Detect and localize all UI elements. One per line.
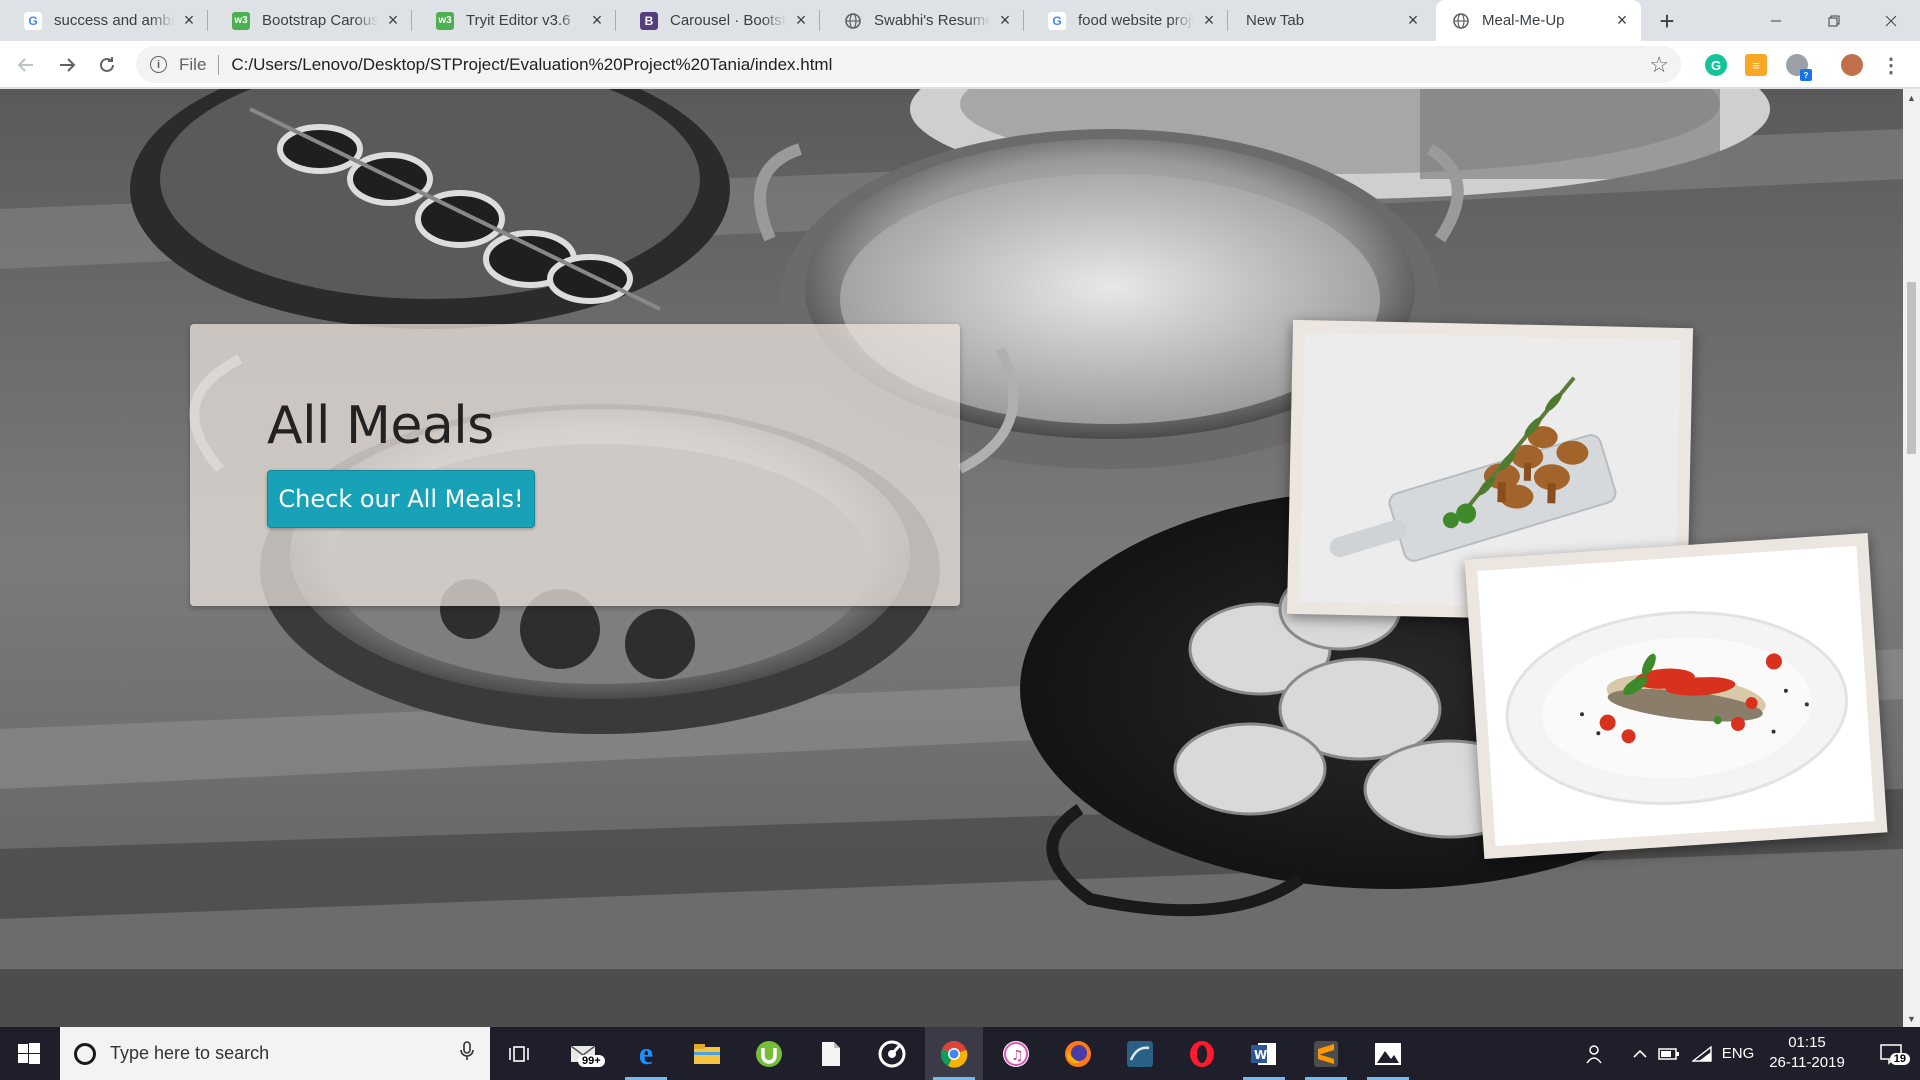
- taskbar-clock[interactable]: 01:15 26-11-2019: [1762, 1033, 1852, 1073]
- close-icon[interactable]: ×: [792, 10, 810, 30]
- chrome-browser-icon[interactable]: [925, 1027, 983, 1080]
- browser-tab[interactable]: B Carousel · Bootstrap ×: [616, 0, 820, 41]
- page-viewport: All Meals Check our All Meals! ▲ ▼: [0, 89, 1920, 1027]
- svg-text:W: W: [1254, 1048, 1267, 1062]
- browser-tab-active[interactable]: Meal-Me-Up ×: [1436, 0, 1641, 41]
- check-all-meals-button[interactable]: Check our All Meals!: [267, 470, 535, 528]
- globe-icon: [1452, 12, 1470, 30]
- tab-title: Tryit Editor v3.6: [466, 12, 571, 29]
- extension-icon[interactable]: ?: [1786, 54, 1812, 81]
- task-view-icon[interactable]: [490, 1027, 548, 1080]
- address-bar[interactable]: i File C:/Users/Lenovo/Desktop/STProject…: [136, 46, 1681, 83]
- itunes-icon[interactable]: ♫: [987, 1027, 1045, 1080]
- scrollbar-thumb[interactable]: [1907, 282, 1916, 454]
- wifi-icon[interactable]: [1688, 1027, 1716, 1080]
- word-icon[interactable]: W: [1235, 1027, 1293, 1080]
- w3schools-icon: w3: [232, 11, 250, 30]
- media-player-icon[interactable]: [863, 1027, 921, 1080]
- close-window-button[interactable]: [1862, 0, 1920, 41]
- info-icon[interactable]: i: [150, 56, 167, 73]
- browser-toolbar: i File C:/Users/Lenovo/Desktop/STProject…: [0, 41, 1920, 88]
- windows-start-button[interactable]: [0, 1027, 58, 1080]
- address-url[interactable]: C:/Users/Lenovo/Desktop/STProject/Evalua…: [231, 55, 832, 75]
- scroll-up-arrow-icon[interactable]: ▲: [1903, 89, 1920, 106]
- reload-button[interactable]: [91, 49, 123, 81]
- fish-dish-photo: [1464, 532, 1888, 860]
- taskbar-search-box[interactable]: Type here to search: [60, 1027, 490, 1080]
- windows-taskbar: Type here to search 99+ e ♫ W ENG 01:15 …: [0, 1027, 1920, 1080]
- browser-tab[interactable]: New Tab ×: [1228, 0, 1432, 41]
- close-icon[interactable]: ×: [1200, 10, 1218, 30]
- edge-browser-icon[interactable]: e: [617, 1027, 675, 1080]
- clock-time: 01:15: [1788, 1034, 1826, 1051]
- browser-tab[interactable]: w3 Tryit Editor v3.6 ×: [412, 0, 616, 41]
- screen: G success and ambiti × w3 Bootstrap Caro…: [0, 0, 1920, 1080]
- browser-tab[interactable]: G success and ambiti ×: [0, 0, 208, 41]
- bootstrap-icon: B: [640, 11, 658, 30]
- google-icon: G: [24, 11, 42, 30]
- search-placeholder: Type here to search: [110, 1043, 270, 1063]
- hero-card: All Meals Check our All Meals!: [190, 324, 960, 606]
- tab-title: Bootstrap Carousel: [262, 12, 378, 29]
- minimize-button[interactable]: [1747, 0, 1805, 41]
- new-tab-button[interactable]: +: [1652, 6, 1682, 36]
- close-icon[interactable]: ×: [384, 10, 402, 30]
- opera-icon[interactable]: [1173, 1027, 1231, 1080]
- extension-icon[interactable]: ≡: [1745, 54, 1767, 76]
- photos-icon[interactable]: [1359, 1027, 1417, 1080]
- action-center-icon[interactable]: 19: [1862, 1027, 1920, 1080]
- globe-icon: [844, 12, 862, 30]
- back-button[interactable]: [10, 49, 42, 81]
- browser-tab-strip: G success and ambiti × w3 Bootstrap Caro…: [0, 0, 1920, 41]
- tab-title: Meal-Me-Up: [1482, 12, 1565, 29]
- clock-date: 26-11-2019: [1769, 1054, 1845, 1071]
- tab-title: success and ambiti: [54, 12, 174, 29]
- browser-tab[interactable]: w3 Bootstrap Carousel ×: [208, 0, 412, 41]
- tab-title: Swabhi's Resume: [874, 12, 990, 29]
- tab-title: New Tab: [1246, 12, 1305, 29]
- close-icon[interactable]: ×: [1404, 10, 1422, 30]
- close-icon[interactable]: ×: [180, 10, 198, 30]
- tab-title: food website proje: [1078, 12, 1194, 29]
- close-icon[interactable]: ×: [996, 10, 1014, 30]
- tab-title: Carousel · Bootstrap: [670, 12, 786, 29]
- grammarly-extension-icon[interactable]: G: [1705, 54, 1727, 76]
- page-scrollbar[interactable]: ▲ ▼: [1903, 89, 1920, 1027]
- close-icon[interactable]: ×: [588, 10, 606, 30]
- mail-icon[interactable]: 99+: [554, 1027, 612, 1080]
- mail-badge: 99+: [578, 1055, 605, 1067]
- battery-icon[interactable]: [1655, 1027, 1683, 1080]
- browser-tab[interactable]: Swabhi's Resume ×: [820, 0, 1024, 41]
- close-icon[interactable]: ×: [1613, 10, 1631, 30]
- file-explorer-icon[interactable]: [678, 1027, 736, 1080]
- microphone-icon[interactable]: [460, 1040, 474, 1067]
- show-hidden-icons-chevron-icon[interactable]: [1628, 1027, 1652, 1080]
- restore-button[interactable]: [1805, 0, 1863, 41]
- cortana-icon: [74, 1042, 96, 1065]
- google-icon: G: [1048, 11, 1066, 30]
- menu-dots-icon[interactable]: ⋮: [1880, 54, 1902, 77]
- people-icon[interactable]: [1578, 1027, 1614, 1080]
- bookmark-star-icon[interactable]: ☆: [1649, 52, 1669, 78]
- document-icon[interactable]: [802, 1027, 860, 1080]
- sublime-text-icon[interactable]: [1297, 1027, 1355, 1080]
- address-scheme: File: [179, 54, 207, 74]
- extension-badge: ?: [1800, 69, 1812, 81]
- svg-text:♫: ♫: [1011, 1048, 1024, 1064]
- firefox-icon[interactable]: [1049, 1027, 1107, 1080]
- w3schools-icon: w3: [436, 11, 454, 30]
- language-indicator[interactable]: ENG: [1718, 1027, 1758, 1080]
- address-divider: [218, 54, 220, 75]
- utorrent-icon[interactable]: [740, 1027, 798, 1080]
- profile-avatar[interactable]: [1841, 54, 1863, 76]
- scroll-down-arrow-icon[interactable]: ▼: [1903, 1010, 1920, 1027]
- forward-button[interactable]: [51, 49, 83, 81]
- notification-count-badge: 19: [1889, 1053, 1910, 1065]
- mysql-workbench-icon[interactable]: [1111, 1027, 1169, 1080]
- hero-title: All Meals: [267, 396, 494, 456]
- browser-tab[interactable]: G food website proje ×: [1024, 0, 1228, 41]
